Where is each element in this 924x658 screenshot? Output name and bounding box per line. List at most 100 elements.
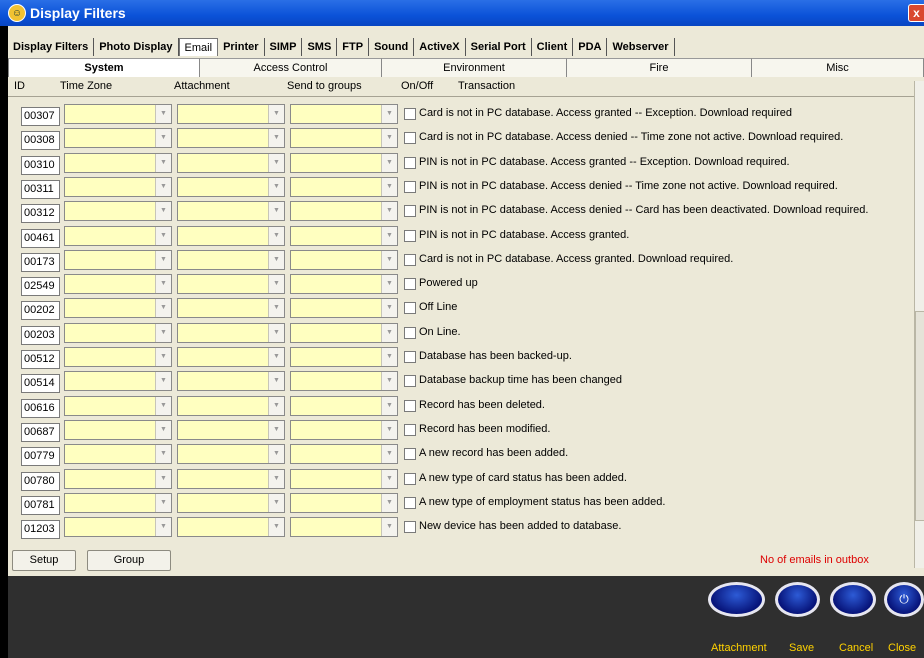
chevron-down-icon[interactable]: ▼ — [381, 372, 397, 391]
chevron-down-icon[interactable]: ▼ — [155, 469, 171, 488]
on-off-checkbox[interactable] — [404, 253, 416, 266]
time-zone-select[interactable]: ▼ — [64, 371, 172, 392]
tab-serial-port[interactable]: Serial Port — [466, 38, 532, 56]
tab-access-control[interactable]: Access Control — [200, 58, 382, 77]
chevron-down-icon[interactable]: ▼ — [381, 348, 397, 366]
time-zone-select[interactable]: ▼ — [64, 492, 172, 513]
chevron-down-icon[interactable]: ▼ — [155, 323, 171, 342]
tab-sound[interactable]: Sound — [369, 38, 415, 56]
attachment-select[interactable]: ▼ — [177, 128, 285, 149]
chevron-down-icon[interactable]: ▼ — [268, 323, 284, 342]
tab-fire[interactable]: Fire — [567, 58, 752, 77]
power-icon[interactable]: ⏻ — [884, 582, 924, 617]
time-zone-select[interactable]: ▼ — [64, 128, 172, 149]
time-zone-select[interactable]: ▼ — [64, 201, 172, 222]
send-to-groups-select[interactable]: ▼ — [290, 201, 398, 222]
send-to-groups-select[interactable]: ▼ — [290, 419, 398, 440]
chevron-down-icon[interactable]: ▼ — [381, 299, 397, 318]
chevron-down-icon[interactable]: ▼ — [155, 445, 171, 464]
chevron-down-icon[interactable]: ▼ — [155, 396, 171, 415]
attachment-select[interactable]: ▼ — [177, 517, 285, 538]
chevron-down-icon[interactable]: ▼ — [381, 105, 397, 123]
time-zone-select[interactable]: ▼ — [64, 395, 172, 416]
send-to-groups-select[interactable]: ▼ — [290, 225, 398, 246]
chevron-down-icon[interactable]: ▼ — [381, 420, 397, 439]
attachment-select[interactable]: ▼ — [177, 298, 285, 319]
chevron-down-icon[interactable]: ▼ — [268, 129, 284, 148]
chevron-down-icon[interactable]: ▼ — [268, 420, 284, 439]
chevron-down-icon[interactable]: ▼ — [155, 420, 171, 439]
on-off-checkbox[interactable] — [404, 205, 416, 218]
chevron-down-icon[interactable]: ▼ — [381, 202, 397, 221]
attachment-select[interactable]: ▼ — [177, 347, 285, 367]
time-zone-select[interactable]: ▼ — [64, 419, 172, 440]
tab-environment[interactable]: Environment — [382, 58, 567, 77]
time-zone-select[interactable]: ▼ — [64, 152, 172, 173]
send-to-groups-select[interactable]: ▼ — [290, 152, 398, 173]
chevron-down-icon[interactable]: ▼ — [381, 129, 397, 148]
on-off-checkbox[interactable] — [404, 132, 416, 145]
chevron-down-icon[interactable]: ▼ — [155, 153, 171, 172]
tab-sms[interactable]: SMS — [302, 38, 338, 56]
on-off-checkbox[interactable] — [404, 399, 416, 412]
chevron-down-icon[interactable]: ▼ — [381, 153, 397, 172]
on-off-checkbox[interactable] — [404, 351, 416, 363]
time-zone-select[interactable]: ▼ — [64, 468, 172, 489]
send-to-groups-select[interactable]: ▼ — [290, 128, 398, 149]
chevron-down-icon[interactable]: ▼ — [155, 299, 171, 318]
attachment-select[interactable]: ▼ — [177, 492, 285, 513]
chevron-down-icon[interactable]: ▼ — [155, 129, 171, 148]
chevron-down-icon[interactable]: ▼ — [268, 445, 284, 464]
attachment-select[interactable]: ▼ — [177, 152, 285, 173]
on-off-checkbox[interactable] — [404, 472, 416, 485]
window-close-button[interactable]: x — [908, 4, 924, 22]
tab-pda[interactable]: PDA — [573, 38, 608, 56]
attachment-select[interactable]: ▼ — [177, 419, 285, 440]
send-to-groups-select[interactable]: ▼ — [290, 517, 398, 538]
chevron-down-icon[interactable]: ▼ — [155, 250, 171, 269]
chevron-down-icon[interactable]: ▼ — [268, 105, 284, 123]
tab-display-filters[interactable]: Display Filters — [8, 38, 95, 56]
chevron-down-icon[interactable]: ▼ — [268, 493, 284, 512]
chevron-down-icon[interactable]: ▼ — [381, 275, 397, 294]
on-off-checkbox[interactable] — [404, 180, 416, 193]
attachment-select[interactable]: ▼ — [177, 176, 285, 197]
chevron-down-icon[interactable]: ▼ — [268, 396, 284, 415]
attachment-select[interactable]: ▼ — [177, 274, 285, 295]
time-zone-select[interactable]: ▼ — [64, 225, 172, 246]
chevron-down-icon[interactable]: ▼ — [381, 518, 397, 537]
time-zone-select[interactable]: ▼ — [64, 322, 172, 343]
on-off-checkbox[interactable] — [404, 156, 416, 169]
send-to-groups-select[interactable]: ▼ — [290, 444, 398, 465]
attachment-select[interactable]: ▼ — [177, 371, 285, 392]
on-off-checkbox[interactable] — [404, 302, 416, 315]
chevron-down-icon[interactable]: ▼ — [268, 275, 284, 294]
chevron-down-icon[interactable]: ▼ — [268, 469, 284, 488]
attachment-select[interactable]: ▼ — [177, 444, 285, 465]
tab-printer[interactable]: Printer — [218, 38, 265, 56]
chevron-down-icon[interactable]: ▼ — [155, 518, 171, 537]
chevron-down-icon[interactable]: ▼ — [155, 348, 171, 366]
chevron-down-icon[interactable]: ▼ — [268, 153, 284, 172]
chevron-down-icon[interactable]: ▼ — [155, 105, 171, 123]
on-off-checkbox[interactable] — [404, 278, 416, 291]
on-off-checkbox[interactable] — [404, 496, 416, 509]
tab-photo-display[interactable]: Photo Display — [94, 38, 179, 56]
send-to-groups-select[interactable]: ▼ — [290, 492, 398, 513]
chevron-down-icon[interactable]: ▼ — [268, 518, 284, 537]
chevron-down-icon[interactable]: ▼ — [268, 348, 284, 366]
chevron-down-icon[interactable]: ▼ — [381, 469, 397, 488]
time-zone-select[interactable]: ▼ — [64, 517, 172, 538]
chevron-down-icon[interactable]: ▼ — [155, 177, 171, 196]
chevron-down-icon[interactable]: ▼ — [381, 445, 397, 464]
on-off-checkbox[interactable] — [404, 326, 416, 339]
chevron-down-icon[interactable]: ▼ — [381, 396, 397, 415]
vertical-scrollbar[interactable] — [914, 81, 924, 568]
chevron-down-icon[interactable]: ▼ — [268, 299, 284, 318]
tab-activex[interactable]: ActiveX — [414, 38, 466, 56]
chevron-down-icon[interactable]: ▼ — [268, 372, 284, 391]
chevron-down-icon[interactable]: ▼ — [155, 372, 171, 391]
attachment-select[interactable]: ▼ — [177, 322, 285, 343]
send-to-groups-select[interactable]: ▼ — [290, 468, 398, 489]
chevron-down-icon[interactable]: ▼ — [155, 275, 171, 294]
